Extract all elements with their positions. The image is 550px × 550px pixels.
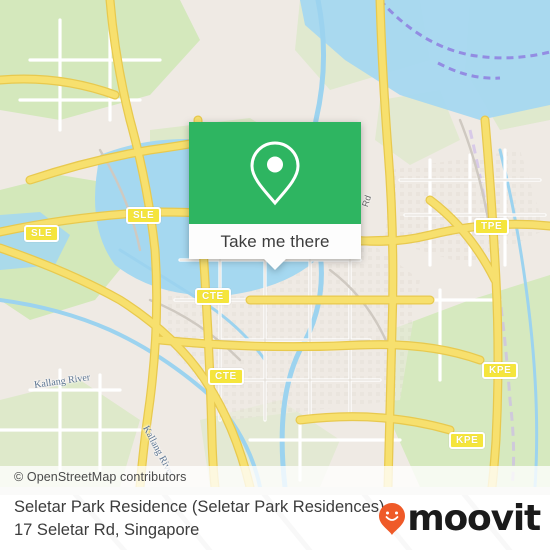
map-pin-icon — [250, 141, 300, 206]
road-shield: SLE — [24, 225, 60, 242]
moovit-logo[interactable]: moovit — [378, 497, 541, 539]
osm-attribution-text: © OpenStreetMap contributors — [14, 469, 187, 484]
footer-bar: Seletar Park Residence (Seletar Park Res… — [0, 487, 550, 550]
location-title-text: Seletar Park Residence (Seletar Park Res… — [14, 497, 390, 539]
callout-pointer — [264, 259, 286, 270]
road-shield: TPE — [474, 218, 510, 235]
road-shield: CTE — [208, 368, 244, 385]
road-shield: SLE — [126, 207, 162, 224]
map-canvas[interactable]: SLE SLE CTE CTE TPE KPE KPE Kallang Rive… — [0, 0, 550, 487]
road-shield: KPE — [482, 362, 519, 379]
road-shield: KPE — [449, 432, 486, 449]
moovit-pin-icon — [379, 502, 406, 535]
take-me-there-label: Take me there — [220, 231, 330, 251]
callout-icon-panel — [189, 122, 361, 224]
road-shield: CTE — [195, 288, 231, 305]
location-callout-card[interactable]: Take me there — [189, 122, 361, 270]
take-me-there-button[interactable]: Take me there — [189, 224, 361, 259]
map-attribution-bar: © OpenStreetMap contributors — [0, 466, 550, 487]
moovit-wordmark: moovit — [407, 497, 541, 539]
moovit-location-screenshot: SLE SLE CTE CTE TPE KPE KPE Kallang Rive… — [0, 0, 550, 550]
page-title: Seletar Park Residence (Seletar Park Res… — [0, 496, 412, 542]
